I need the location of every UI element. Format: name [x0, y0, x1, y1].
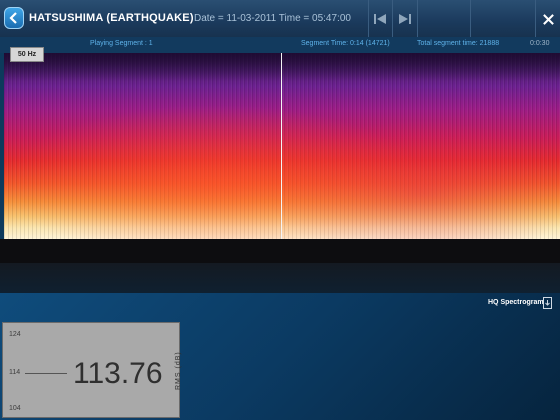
- skip-start-button[interactable]: [370, 10, 390, 28]
- skip-start-icon: [374, 14, 386, 24]
- skip-end-icon: [399, 14, 411, 24]
- playing-segment: Playing Segment : 1: [90, 40, 153, 47]
- skip-end-button[interactable]: [395, 10, 415, 28]
- divider: [535, 0, 536, 37]
- page-title: HATSUSHIMA (EARTHQUAKE): [29, 12, 194, 24]
- hq-spectrogram-label[interactable]: HQ Spectrogram: [488, 299, 544, 306]
- playhead-cursor[interactable]: [281, 53, 282, 239]
- close-icon: [542, 13, 554, 25]
- divider: [417, 0, 418, 37]
- divider: [368, 0, 369, 37]
- download-icon[interactable]: [543, 297, 552, 309]
- meter-scale-mid: 114: [9, 369, 21, 376]
- frequency-label: 50 Hz: [10, 47, 44, 62]
- meter-unit: RMS (dB): [175, 351, 182, 390]
- date-time: Date = 11-03-2011 Time = 05:47:00: [194, 13, 351, 24]
- back-button[interactable]: [4, 7, 24, 29]
- top-bar: HATSUSHIMA (EARTHQUAKE) Date = 11-03-201…: [0, 0, 560, 38]
- close-button[interactable]: [538, 10, 558, 28]
- timeline-strip: [0, 263, 560, 293]
- rms-meter: 124 114 104 113.76: [2, 322, 180, 418]
- meter-scale-top: 124: [9, 331, 21, 338]
- total-segment-time: Total segment time: 21888: [417, 40, 500, 47]
- meter-value: 113.76: [73, 357, 163, 390]
- divider: [392, 0, 393, 37]
- info-bar: Playing Segment : 1 Segment Time: 0:14 (…: [0, 37, 560, 53]
- divider: [470, 0, 471, 37]
- segment-time: Segment Time: 0:14 (14721): [301, 40, 390, 47]
- meter-scale-bottom: 104: [9, 405, 21, 412]
- back-icon: [9, 12, 17, 24]
- meter-level-line: [25, 373, 67, 374]
- spectrogram[interactable]: [4, 53, 560, 239]
- waveform-strip: [0, 239, 560, 263]
- clock: 0:0:30: [530, 40, 550, 47]
